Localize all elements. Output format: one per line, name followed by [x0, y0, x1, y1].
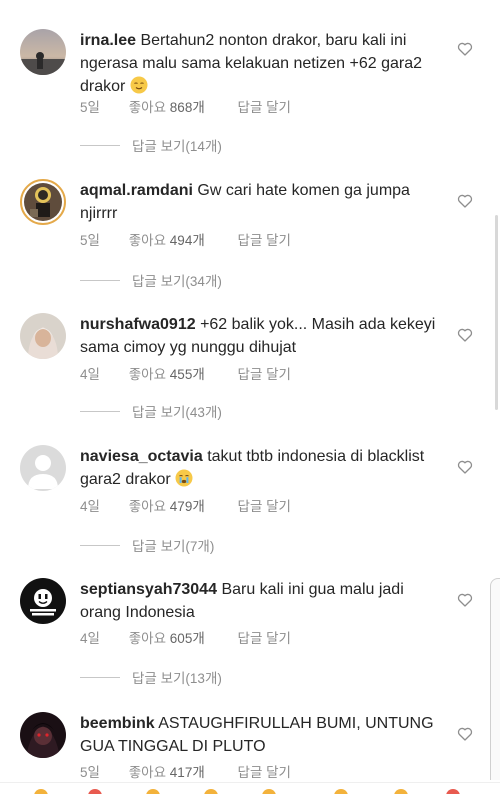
view-replies-button[interactable]: 답글 보기(7개) [80, 536, 214, 554]
view-replies-button[interactable]: 답글 보기(43개) [80, 402, 222, 420]
default-avatar-icon [20, 445, 66, 491]
avatar-image [24, 183, 62, 221]
likes-label: 좋아요 [128, 765, 167, 780]
comment-likes[interactable]: 좋아요 455개 [129, 363, 234, 383]
emoji-shortcut-icon[interactable] [262, 789, 276, 794]
emoji-shortcut-icon[interactable] [446, 789, 460, 794]
comment-time: 4일 [80, 631, 100, 646]
avatar[interactable] [20, 445, 66, 491]
view-replies-label: 답글 보기(34개) [132, 274, 222, 289]
likes-label: 좋아요 [128, 499, 167, 514]
view-replies-label: 답글 보기(43개) [132, 405, 222, 420]
emoji-shortcut-icon[interactable] [88, 789, 102, 794]
comments-screen: irna.lee Bertahun2 nonton drakor, baru k… [0, 0, 500, 794]
reply-button[interactable]: 답글 달기 [238, 96, 291, 116]
comment-time: 4일 [80, 499, 100, 514]
divider-line [80, 676, 120, 678]
comment-meta: 5일 좋아요 417개 답글 달기 [80, 761, 291, 781]
like-heart-icon[interactable] [457, 193, 473, 209]
likes-count: 605개 [169, 631, 205, 646]
comment-meta: 5일 좋아요 868개 답글 달기 [80, 96, 291, 116]
comment-time: 5일 [80, 765, 100, 780]
comment-body: irna.lee Bertahun2 nonton drakor, baru k… [80, 29, 440, 101]
avatar-image [20, 29, 66, 75]
view-replies-button[interactable]: 답글 보기(34개) [80, 271, 222, 289]
comment-username[interactable]: naviesa_octavia [80, 448, 203, 465]
avatar[interactable] [20, 29, 66, 75]
emoji-shortcut-icon[interactable] [34, 789, 48, 794]
comment-time: 5일 [80, 233, 100, 248]
avatar[interactable] [20, 578, 66, 624]
marshmello-logo-avatar [20, 578, 66, 624]
avatar[interactable] [20, 179, 66, 225]
view-replies-button[interactable]: 답글 보기(14개) [80, 136, 222, 154]
comment-likes[interactable]: 좋아요 417개 [129, 761, 234, 781]
comment-username[interactable]: beembink [80, 715, 155, 732]
reply-button[interactable]: 답글 달기 [238, 229, 291, 249]
like-heart-icon[interactable] [457, 726, 473, 742]
comment-body: nurshafwa0912 +62 balik yok... Masih ada… [80, 313, 440, 359]
edge-panel-handle[interactable] [490, 578, 500, 780]
reply-button[interactable]: 답글 달기 [238, 363, 291, 383]
comment-meta: 5일 좋아요 494개 답글 달기 [80, 229, 291, 249]
divider-line [80, 410, 120, 412]
comment-likes[interactable]: 좋아요 868개 [129, 96, 234, 116]
avatar[interactable] [20, 712, 66, 758]
comment-time: 5일 [80, 100, 100, 115]
avatar-image [20, 712, 66, 758]
emoji-quick-bar [0, 782, 500, 794]
emoji-shortcut-icon[interactable] [146, 789, 160, 794]
comment-body: naviesa_octavia takut tbtb indonesia di … [80, 445, 440, 494]
emoji-shortcut-icon[interactable] [334, 789, 348, 794]
comment-body: aqmal.ramdani Gw cari hate komen ga jump… [80, 179, 440, 225]
reply-button[interactable]: 답글 달기 [238, 495, 291, 515]
likes-count: 494개 [169, 233, 205, 248]
avatar-image [20, 313, 66, 359]
scrollbar-thumb[interactable] [495, 215, 498, 410]
emoji-shortcut-icon[interactable] [394, 789, 408, 794]
comment-likes[interactable]: 좋아요 605개 [129, 627, 234, 647]
likes-label: 좋아요 [128, 631, 167, 646]
view-replies-button[interactable]: 답글 보기(13개) [80, 668, 222, 686]
comment-body: beembink ASTAUGHFIRULLAH BUMI, UNTUNG GU… [80, 712, 440, 758]
view-replies-label: 답글 보기(13개) [132, 671, 222, 686]
divider-line [80, 144, 120, 146]
comment-likes[interactable]: 좋아요 494개 [129, 229, 234, 249]
likes-count: 479개 [169, 499, 205, 514]
likes-label: 좋아요 [128, 367, 167, 382]
comment-meta: 4일 좋아요 605개 답글 달기 [80, 627, 291, 647]
view-replies-label: 답글 보기(14개) [132, 139, 222, 154]
comment-meta: 4일 좋아요 479개 답글 달기 [80, 495, 291, 515]
reply-button[interactable]: 답글 달기 [238, 627, 291, 647]
divider-line [80, 544, 120, 546]
likes-count: 417개 [169, 765, 205, 780]
likes-count: 455개 [169, 367, 205, 382]
comment-username[interactable]: septiansyah73044 [80, 581, 217, 598]
like-heart-icon[interactable] [457, 41, 473, 57]
like-heart-icon[interactable] [457, 592, 473, 608]
likes-label: 좋아요 [128, 100, 167, 115]
view-replies-label: 답글 보기(7개) [132, 539, 215, 554]
comment-username[interactable]: aqmal.ramdani [80, 182, 193, 199]
comment-time: 4일 [80, 367, 100, 382]
reply-button[interactable]: 답글 달기 [238, 761, 291, 781]
comment-username[interactable]: irna.lee [80, 32, 136, 49]
emoji-shortcut-icon[interactable] [204, 789, 218, 794]
comment-body: septiansyah73044 Baru kali ini gua malu … [80, 578, 440, 624]
comment-likes[interactable]: 좋아요 479개 [129, 495, 234, 515]
crying-face-icon [175, 469, 193, 494]
divider-line [80, 279, 120, 281]
like-heart-icon[interactable] [457, 459, 473, 475]
like-heart-icon[interactable] [457, 327, 473, 343]
comment-meta: 4일 좋아요 455개 답글 달기 [80, 363, 291, 383]
avatar[interactable] [20, 313, 66, 359]
likes-label: 좋아요 [128, 233, 167, 248]
comment-username[interactable]: nurshafwa0912 [80, 316, 196, 333]
likes-count: 868개 [169, 100, 205, 115]
